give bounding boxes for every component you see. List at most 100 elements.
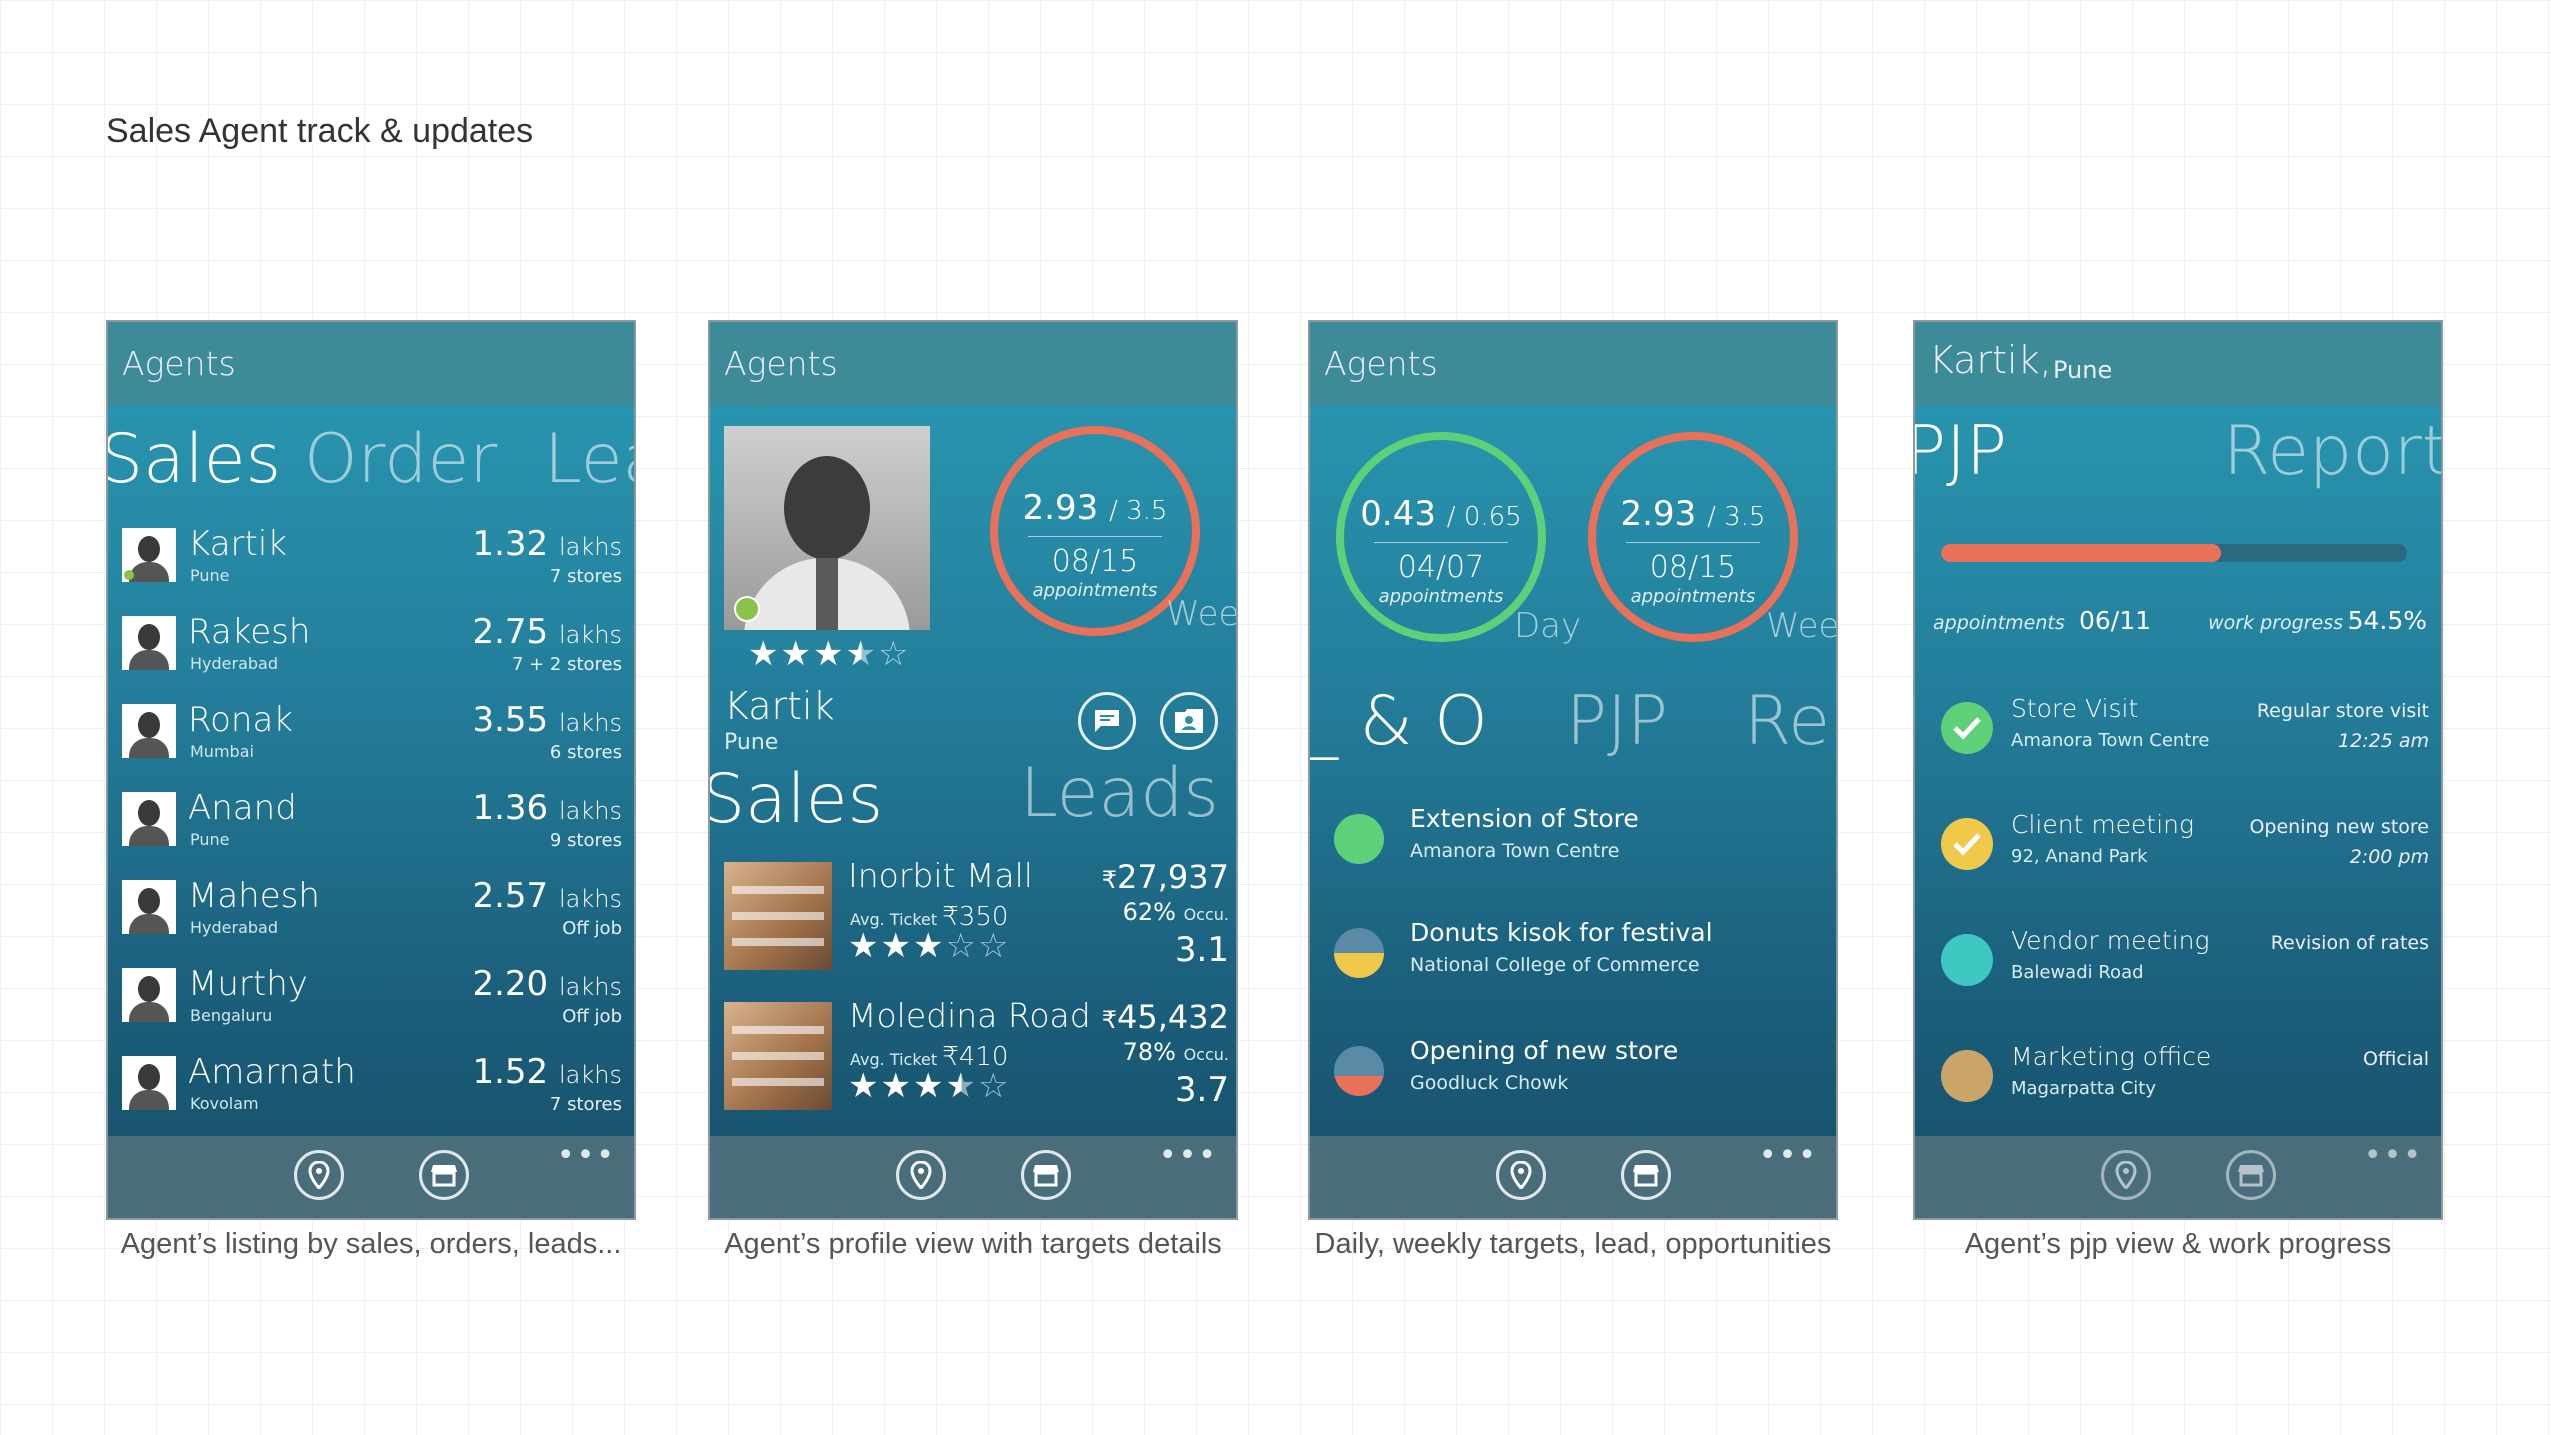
avatar-face [138, 712, 160, 738]
pjp-item[interactable]: Marketing office Magarpatta City Official [1941, 1042, 2429, 1132]
store-shelf [732, 1026, 824, 1034]
lead-item[interactable]: Donuts kisok for festival National Colle… [1334, 918, 1824, 998]
lead-title: Donuts kisok for festival [1410, 918, 1713, 947]
sales-value: 2.20 lakhs [472, 964, 622, 1004]
sales-amount: 3.55 [472, 700, 549, 740]
status-dot [1334, 814, 1384, 864]
tab-leads[interactable]: Lea [544, 420, 634, 499]
agent-list-item[interactable]: Anand Pune 1.36 lakhs 9 stores [122, 784, 622, 864]
avatar [122, 968, 176, 1022]
store-shelf [732, 938, 824, 946]
currency-symbol: ₹ [1101, 1006, 1118, 1034]
pjp-note: Opening new store [2249, 816, 2429, 838]
lead-location: Amanora Town Centre [1410, 840, 1620, 862]
store-count: Off job [562, 918, 622, 939]
pjp-location: Balewadi Road [2011, 962, 2144, 983]
lead-title: Extension of Store [1410, 804, 1639, 833]
ring-count: 08/15 [1649, 550, 1737, 585]
tab-l-and-o[interactable]: _ & O [1310, 682, 1488, 761]
header-agent-city: Pune [2053, 356, 2113, 384]
sales-value: 1.32 lakhs [472, 524, 622, 564]
ring-target: / 0.65 [1446, 502, 1522, 532]
agent-list-item[interactable]: Kartik Pune 1.32 lakhs 7 stores [122, 520, 622, 600]
more-button[interactable]: ••• [1759, 1138, 1818, 1173]
store-amount: ₹27,937 [1102, 858, 1229, 896]
avatar-body [129, 1090, 169, 1110]
pjp-item[interactable]: Client meeting 92, Anand Park Opening new … [1941, 810, 2429, 900]
tab-reports[interactable]: Rep [1744, 682, 1836, 761]
sales-amount: 2.57 [472, 876, 549, 916]
tab-leads[interactable]: Leads & [1020, 754, 1236, 833]
app-bar: ••• [1310, 1136, 1836, 1218]
store-score: 3.7 [1174, 1070, 1229, 1110]
agent-city: Pune [190, 830, 230, 849]
tab-sales[interactable]: Sales [710, 760, 883, 839]
sales-value: 2.57 lakhs [472, 876, 622, 916]
caption-agent-profile: Agent’s profile view with targets detail… [724, 1228, 1222, 1260]
more-button[interactable]: ••• [557, 1138, 616, 1173]
online-status-dot [734, 596, 760, 622]
store-icon [431, 1165, 457, 1187]
agent-list-item[interactable]: Rakesh Hyderabad 2.75 lakhs 7 + 2 stores [122, 608, 622, 688]
agent-list-item[interactable]: Murthy Bengaluru 2.20 lakhs Off job [122, 960, 622, 1040]
contact-card-button[interactable] [1160, 692, 1218, 750]
work-progress-value: 54.5% [2347, 606, 2427, 635]
caption-agents-listing: Agent’s listing by sales, orders, leads.… [120, 1228, 622, 1260]
occupancy-value: 78% [1122, 1038, 1176, 1066]
avatar-face [138, 800, 160, 826]
tab-sales[interactable]: Sales [108, 420, 281, 499]
app-bar: ••• [1915, 1136, 2441, 1218]
tab-pjp[interactable]: PJP [1566, 682, 1668, 761]
location-button[interactable] [2101, 1150, 2151, 1200]
tab-pjp[interactable]: PJP [1915, 412, 2007, 491]
more-button[interactable]: ••• [2364, 1138, 2423, 1173]
avatar-face [138, 1064, 160, 1090]
agent-list-item[interactable]: Ronak Mumbai 3.55 lakhs 6 stores [122, 696, 622, 776]
app-header: Agents [1310, 322, 1836, 406]
avatar [122, 792, 176, 846]
status-dot [1334, 928, 1384, 978]
pjp-item[interactable]: Store Visit Amanora Town Centre Regular st… [1941, 694, 2429, 784]
more-button[interactable]: ••• [1159, 1138, 1218, 1173]
sales-value: 1.36 lakhs [472, 788, 622, 828]
agent-name: Rakesh [188, 612, 311, 652]
agent-name: Anand [188, 788, 297, 828]
avatar-face [138, 888, 160, 914]
tab-reports[interactable]: Reports [2223, 412, 2441, 491]
lead-title: Opening of new store [1410, 1036, 1679, 1065]
avatar-body [129, 914, 169, 934]
store-button[interactable] [1621, 1150, 1671, 1200]
store-list-item[interactable]: Inorbit Mall Avg. Ticket ₹350 ★★★☆☆ ₹27,937… [724, 856, 1229, 982]
ring-label: appointments [1032, 580, 1158, 601]
lead-item[interactable]: Opening of new store Goodluck Chowk [1334, 1036, 1824, 1116]
ring-label: appointments [1630, 586, 1756, 607]
agent-list-item[interactable]: Mahesh Hyderabad 2.57 lakhs Off job [122, 872, 622, 952]
store-shelf [732, 912, 824, 920]
location-button[interactable] [294, 1150, 344, 1200]
message-button[interactable] [1078, 692, 1136, 750]
location-pin-icon [2115, 1161, 2137, 1189]
ring-count: 08/15 [1051, 544, 1139, 579]
avatar-face [138, 976, 160, 1002]
store-list-item[interactable]: Moledina Road Avg. Ticket ₹410 ★★★★☆ ₹45,43… [724, 996, 1229, 1122]
sales-unit: lakhs [559, 797, 622, 825]
avatar-face [138, 536, 160, 562]
store-thumbnail [724, 1002, 832, 1110]
store-button[interactable] [2226, 1150, 2276, 1200]
sales-amount: 2.75 [472, 612, 549, 652]
store-button[interactable] [1021, 1150, 1071, 1200]
work-progress-fill [1941, 544, 2221, 562]
agent-list-item[interactable]: Amarnath Kovolam 1.52 lakhs 7 stores [122, 1048, 622, 1128]
store-button[interactable] [419, 1150, 469, 1200]
agent-photo [724, 426, 930, 630]
lead-item[interactable]: Extension of Store Amanora Town Centre [1334, 804, 1824, 884]
tab-order[interactable]: Order [304, 420, 497, 499]
pjp-note: Official [2363, 1048, 2429, 1070]
screen-agents-listing: Agents Sales Order Lea Kartik Pune 1.32 la… [106, 320, 636, 1220]
location-button[interactable] [1496, 1150, 1546, 1200]
store-icon [2238, 1165, 2264, 1187]
sales-unit: lakhs [559, 973, 622, 1001]
app-bar: ••• [710, 1136, 1236, 1218]
location-button[interactable] [896, 1150, 946, 1200]
pjp-item[interactable]: Vendor meeting Balewadi Road Revision of r… [1941, 926, 2429, 1016]
